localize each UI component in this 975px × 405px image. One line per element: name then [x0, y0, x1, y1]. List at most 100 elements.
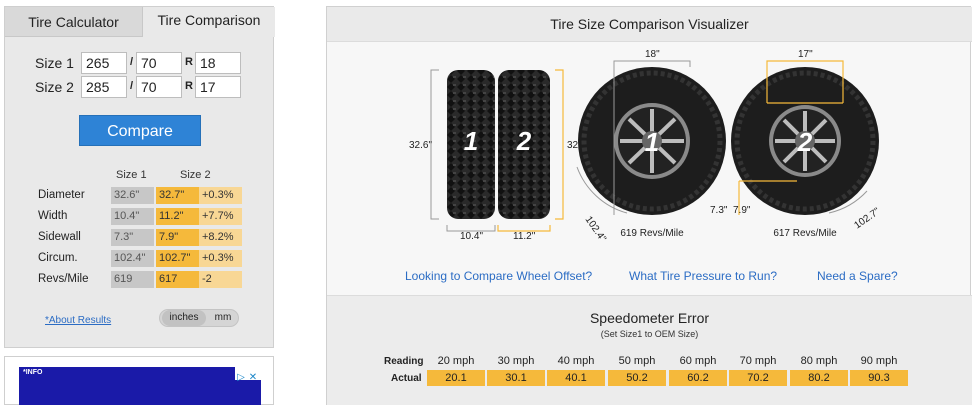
reading-value: 90 mph	[860, 355, 898, 367]
actual-value: 90.3	[850, 370, 908, 386]
side-width2-label: 11.2"	[513, 231, 536, 242]
ad-choices-icon[interactable]: ▷	[235, 372, 247, 384]
circ2-label: 102.7"	[852, 206, 882, 232]
tire-size-visualizer: Tire Size Comparison Visualizer 1 2 32.6…	[326, 6, 972, 405]
result-size2-value: 617	[156, 271, 199, 288]
result-row-width: Width 10.4" 11.2" +7.7%	[5, 208, 275, 225]
ad-info-label: *INFO	[23, 369, 43, 376]
about-results-link[interactable]: *About Results	[45, 315, 111, 326]
result-row-sidewall: Sidewall 7.3" 7.9" +8.2%	[5, 229, 275, 246]
sidewall2-label: 7.9"	[733, 205, 751, 216]
result-label: Width	[38, 210, 68, 222]
side-view-tire-2: 2	[498, 70, 550, 219]
side-height1-label: 32.6"	[409, 140, 432, 151]
speedometer-title: Speedometer Error	[589, 310, 710, 326]
tab-tire-comparison[interactable]: Tire Comparison	[143, 7, 275, 37]
side-width1-label: 10.4"	[460, 231, 483, 242]
ad-close-icon[interactable]: ✕	[247, 372, 259, 384]
actual-value: 60.2	[669, 370, 727, 386]
actual-value: 70.2	[729, 370, 787, 386]
front-view-tire-2: 2	[731, 67, 879, 215]
result-label: Sidewall	[38, 231, 81, 243]
rim1-label: 18"	[645, 49, 660, 60]
actual-value: 40.1	[547, 370, 605, 386]
unit-toggle[interactable]: inches mm	[159, 309, 239, 327]
size2-row: Size 2 285 / 70 R 17	[5, 76, 275, 98]
actual-value: 20.1	[427, 370, 485, 386]
tire-comparison-calculator: Tire Calculator Tire Comparison Size 1 2…	[4, 6, 275, 348]
ad-choices[interactable]: ▷ ✕	[235, 367, 261, 383]
rim2-label: 17"	[798, 49, 813, 60]
column-header-size1: Size 1	[116, 169, 147, 181]
unit-inches-option[interactable]: inches	[162, 310, 206, 326]
size1-r-label: R	[185, 56, 193, 68]
size1-slash: /	[130, 56, 134, 68]
size2-label: Size 2	[35, 79, 74, 95]
front-tire1-number: 1	[645, 127, 659, 157]
circ1-label: 102.4"	[583, 214, 609, 244]
actual-value: 50.2	[608, 370, 666, 386]
result-difference: +0.3%	[199, 187, 242, 204]
size2-aspect-input[interactable]: 70	[136, 76, 182, 98]
size2-slash: /	[130, 80, 134, 92]
reading-value: 60 mph	[679, 355, 717, 367]
result-difference: -2	[199, 271, 242, 288]
revs2-label: 617 Revs/Mile	[773, 228, 837, 239]
size1-width-input[interactable]: 265	[81, 52, 127, 74]
wheel-offset-link[interactable]: Looking to Compare Wheel Offset?	[405, 269, 592, 283]
sidewall1-label: 7.3"	[710, 205, 728, 216]
size2-r-label: R	[185, 80, 193, 92]
speedometer-error-panel: Speedometer Error (Set Size1 to OEM Size…	[327, 295, 972, 405]
side-height-line-1	[430, 69, 439, 220]
result-label: Diameter	[38, 189, 85, 201]
ad-banner[interactable]: *INFO ▷ ✕	[19, 367, 261, 405]
revs1-label: 619 Revs/Mile	[620, 228, 684, 239]
compare-button[interactable]: Compare	[79, 115, 201, 146]
front-view-tire-1: 1	[578, 67, 726, 215]
advertisement: *INFO ▷ ✕	[4, 356, 274, 405]
size2-rim-input[interactable]: 17	[195, 76, 241, 98]
result-size1-value: 7.3"	[111, 229, 154, 246]
speedometer-subtitle: (Set Size1 to OEM Size)	[600, 329, 699, 339]
result-size2-value: 32.7"	[156, 187, 199, 204]
tire-diagram: 1 2 32.6" 32.7" 10.4" 11.2"	[409, 49, 882, 244]
size1-row: Size 1 265 / 70 R 18	[5, 52, 275, 74]
front-tire2-number: 2	[797, 127, 813, 157]
size1-aspect-input[interactable]: 70	[136, 52, 182, 74]
side-view-tire-1: 1	[447, 70, 495, 219]
calculator-tabs: Tire Calculator Tire Comparison	[5, 7, 275, 37]
reading-value: 40 mph	[557, 355, 595, 367]
result-size1-value: 32.6"	[111, 187, 154, 204]
size1-rim-input[interactable]: 18	[195, 52, 241, 74]
reading-value: 30 mph	[497, 355, 535, 367]
size1-label: Size 1	[35, 55, 74, 71]
visualizer-title: Tire Size Comparison Visualizer	[327, 7, 972, 42]
result-label: Circum.	[38, 252, 78, 264]
column-header-size2: Size 2	[180, 169, 211, 181]
result-label: Revs/Mile	[38, 273, 89, 285]
result-row-diameter: Diameter 32.6" 32.7" +0.3%	[5, 187, 275, 204]
side-tire2-number: 2	[516, 126, 532, 156]
result-size2-value: 11.2"	[156, 208, 199, 225]
result-size2-value: 102.7"	[156, 250, 199, 267]
result-row-circumference: Circum. 102.4" 102.7" +0.3%	[5, 250, 275, 267]
result-difference: +8.2%	[199, 229, 242, 246]
reading-value: 50 mph	[618, 355, 656, 367]
result-row-revs-per-mile: Revs/Mile 619 617 -2	[5, 271, 275, 288]
actual-value: 30.1	[487, 370, 545, 386]
reading-value: 70 mph	[739, 355, 777, 367]
need-spare-link[interactable]: Need a Spare?	[817, 269, 898, 283]
unit-mm-option[interactable]: mm	[208, 310, 238, 326]
size2-width-input[interactable]: 285	[81, 76, 127, 98]
actual-value: 80.2	[790, 370, 848, 386]
result-difference: +0.3%	[199, 250, 242, 267]
result-size2-value: 7.9"	[156, 229, 199, 246]
reading-value: 80 mph	[800, 355, 838, 367]
tab-tire-calculator[interactable]: Tire Calculator	[5, 7, 143, 37]
reading-value: 20 mph	[437, 355, 475, 367]
reading-label: Reading	[384, 356, 424, 367]
side-tire1-number: 1	[464, 126, 478, 156]
result-size1-value: 619	[111, 271, 154, 288]
tire-pressure-link[interactable]: What Tire Pressure to Run?	[629, 269, 777, 283]
actual-label: Actual	[391, 373, 422, 384]
